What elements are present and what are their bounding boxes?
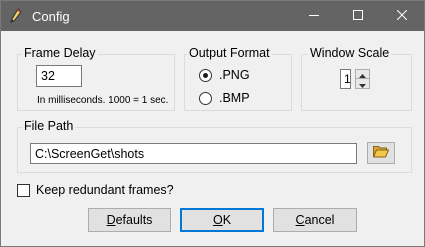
ok-mnemonic: O (212, 213, 223, 227)
minimize-icon (309, 9, 319, 23)
window-scale-spinner[interactable] (355, 69, 370, 89)
spin-down-icon (359, 77, 366, 91)
keep-redundant-checkbox[interactable] (17, 184, 30, 197)
frame-delay-input[interactable]: 32 (36, 65, 82, 87)
frame-delay-hint: In milliseconds. 1000 = 1 sec. (37, 95, 169, 106)
defaults-button[interactable]: Defaults (88, 208, 171, 232)
png-radio-label[interactable]: .PNG (219, 68, 250, 82)
ok-label-rest: K (222, 213, 232, 227)
window-scale-label: Window Scale (308, 46, 392, 60)
maximize-button[interactable] (336, 1, 380, 31)
cancel-mnemonic: C (295, 213, 305, 227)
cancel-button[interactable]: Cancel (273, 208, 357, 232)
title-bar[interactable]: Config (1, 1, 424, 31)
browse-folder-button[interactable] (367, 142, 395, 164)
maximize-icon (353, 9, 363, 23)
window-title: Config (32, 9, 70, 24)
config-dialog: Config Frame Delay 32 In milliseconds. 1… (0, 0, 425, 247)
spin-down-button[interactable] (356, 79, 369, 88)
file-path-input[interactable]: C:\ScreenGet\shots (30, 143, 357, 164)
file-path-label: File Path (22, 119, 76, 133)
close-button[interactable] (380, 1, 424, 31)
png-radio[interactable] (199, 69, 212, 82)
minimize-button[interactable] (292, 1, 336, 31)
pencil-icon (9, 8, 23, 24)
window-scale-input[interactable]: 1 (340, 69, 351, 89)
defaults-mnemonic: D (106, 213, 116, 227)
bmp-radio[interactable] (199, 92, 212, 105)
folder-open-icon (372, 145, 390, 161)
keep-redundant-label[interactable]: Keep redundant frames? (36, 183, 174, 197)
defaults-label-rest: efaults (115, 213, 153, 227)
output-format-label: Output Format (187, 46, 272, 60)
ok-button[interactable]: OK (180, 208, 264, 232)
cancel-label-rest: ancel (304, 213, 335, 227)
frame-delay-label: Frame Delay (22, 46, 98, 60)
bmp-radio-label[interactable]: .BMP (219, 91, 250, 105)
close-icon (396, 9, 408, 23)
